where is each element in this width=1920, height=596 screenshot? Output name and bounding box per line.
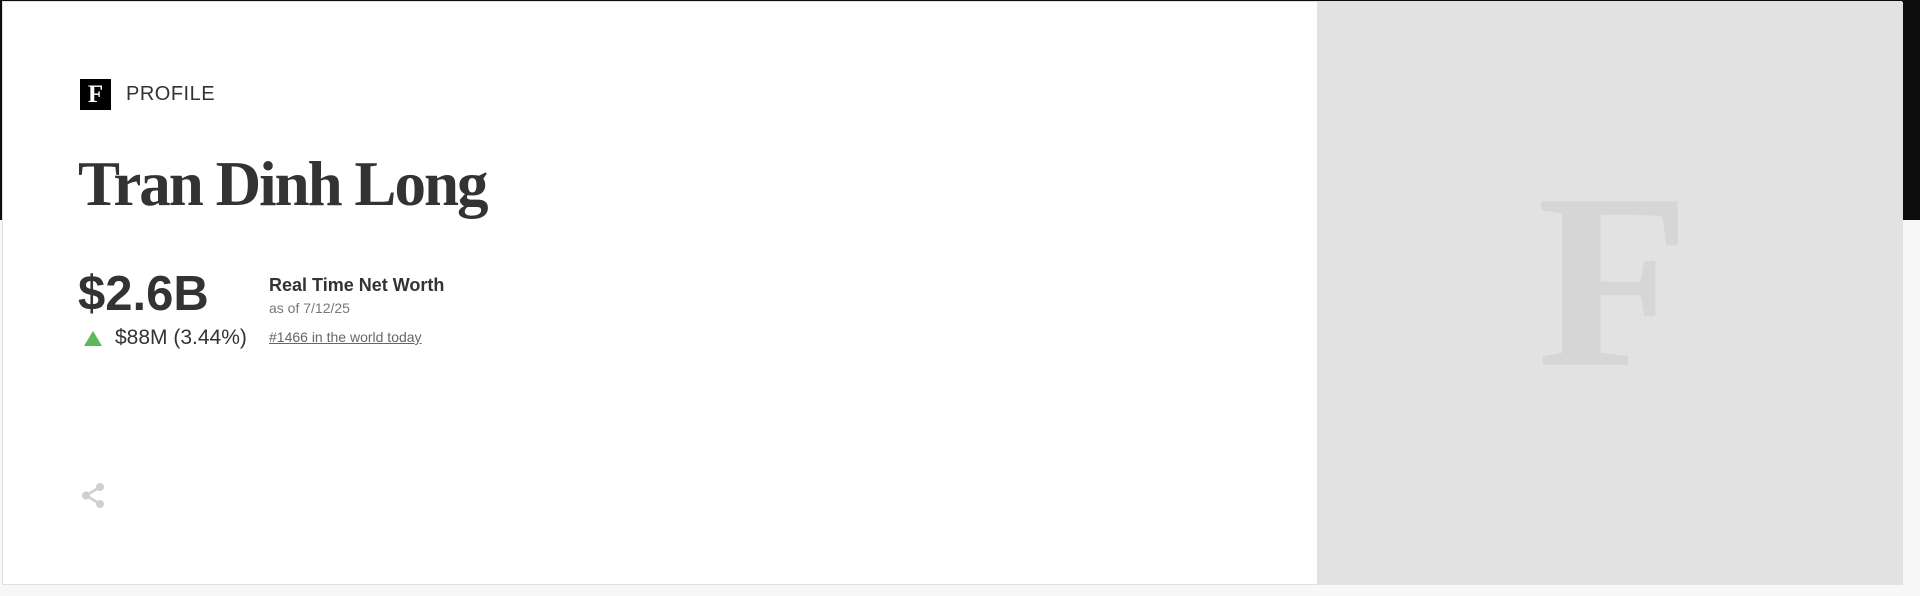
world-rank-link[interactable]: #1466 in the world today [269, 329, 422, 345]
profile-card: F PROFILE Tran Dinh Long $2.6B $88M (3.4… [2, 1, 1903, 585]
profile-header: F PROFILE [80, 79, 215, 110]
person-name: Tran Dinh Long [78, 149, 488, 219]
net-worth-change: $88M (3.44%) [84, 326, 247, 350]
section-label: PROFILE [126, 83, 216, 105]
forbes-watermark-icon: F [1537, 143, 1690, 420]
net-worth-date: as of 7/12/25 [269, 300, 350, 316]
forbes-logo-icon[interactable]: F [80, 79, 111, 110]
net-worth-change-text: $88M (3.44%) [115, 326, 247, 349]
net-worth-value: $2.6B [78, 267, 209, 321]
share-icon[interactable] [80, 482, 107, 509]
profile-image-placeholder: F [1317, 2, 1903, 585]
up-triangle-icon [84, 330, 102, 346]
net-worth-label: Real Time Net Worth [269, 275, 445, 295]
